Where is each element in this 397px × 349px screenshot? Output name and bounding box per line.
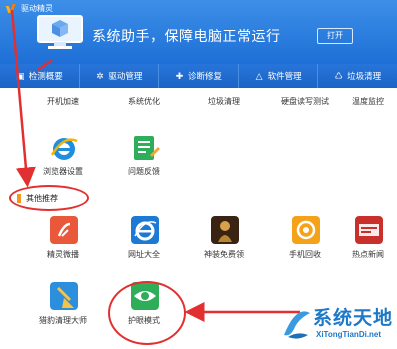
watermark-sub-text: XiTongTianDi.net (316, 330, 382, 339)
bird-logo-icon (284, 311, 310, 339)
annotation-arrows (10, 9, 300, 322)
watermark-main-text: 系统天地 (313, 308, 394, 329)
site-watermark: 系统天地 XiTongTianDi.net (280, 303, 395, 349)
